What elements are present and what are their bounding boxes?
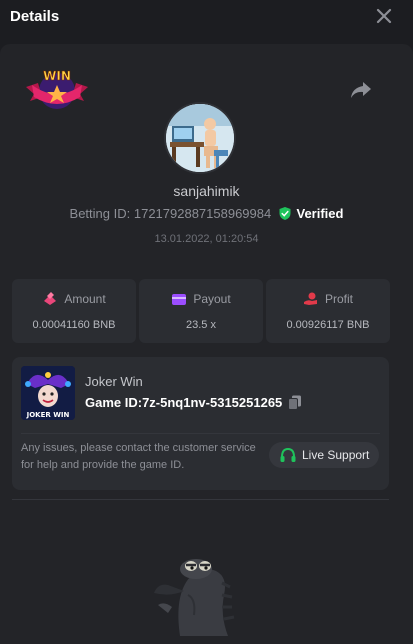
game-name: Joker Win xyxy=(85,374,143,389)
crocodile-mascot-icon xyxy=(154,559,235,636)
bet-date: 13.01.2022, 01:20:54 xyxy=(154,233,259,245)
betting-id-value: 1721792887158969984 xyxy=(133,206,272,221)
profit-value: 0.00926117 BNB xyxy=(286,319,370,331)
game-id-row: Game ID:7z-5nq1nv-5315251265 xyxy=(85,395,302,410)
game-card: JOKER WIN Joker Win Game ID:7z-5nq1nv-53… xyxy=(12,357,389,490)
win-badge-text: WIN xyxy=(43,69,71,83)
betting-id-row: Betting ID: 1721792887158969984 Verified xyxy=(0,206,413,221)
chip-icon xyxy=(44,292,57,305)
header-title: Details xyxy=(10,8,60,25)
shield-check-icon xyxy=(279,207,291,220)
amount-value: 0.00041160 BNB xyxy=(32,319,116,331)
game-id-value: 7z-5nq1nv-5315251265 xyxy=(142,395,283,410)
headset-icon xyxy=(280,448,296,462)
verified-label: Verified xyxy=(296,206,344,221)
wallet-icon xyxy=(172,294,187,305)
live-support-label: Live Support xyxy=(302,448,370,462)
amount-card: Amount 0.00041160 BNB xyxy=(12,279,136,343)
joker-thumbnail-icon: JOKER WIN xyxy=(21,366,75,420)
profit-label: Profit xyxy=(324,292,353,306)
game-card-divider xyxy=(21,433,380,434)
copy-icon[interactable] xyxy=(288,395,302,410)
thumbnail-text: JOKER WIN xyxy=(26,411,70,419)
details-header: Details xyxy=(0,0,413,34)
game-id-label: Game ID: xyxy=(85,395,143,410)
help-text: Any issues, please contact the customer … xyxy=(21,442,256,471)
profit-card: Profit 0.00926117 BNB xyxy=(266,279,390,343)
betting-id-label: Betting ID: xyxy=(69,206,131,221)
live-support-button[interactable]: Live Support xyxy=(269,442,379,468)
share-icon[interactable] xyxy=(350,80,372,100)
close-icon[interactable] xyxy=(375,7,393,25)
avatar xyxy=(166,104,234,172)
win-badge-icon: WIN xyxy=(26,69,88,109)
username: sanjahimik xyxy=(173,183,240,199)
avatar-image-icon xyxy=(166,104,234,172)
amount-label: Amount xyxy=(64,292,106,306)
payout-card: Payout 23.5 x xyxy=(139,279,263,343)
section-divider xyxy=(12,499,389,500)
payout-label: Payout xyxy=(193,292,231,306)
payout-value: 23.5 x xyxy=(186,319,216,331)
coin-hand-icon xyxy=(303,292,317,305)
game-thumbnail[interactable]: JOKER WIN xyxy=(21,366,75,420)
